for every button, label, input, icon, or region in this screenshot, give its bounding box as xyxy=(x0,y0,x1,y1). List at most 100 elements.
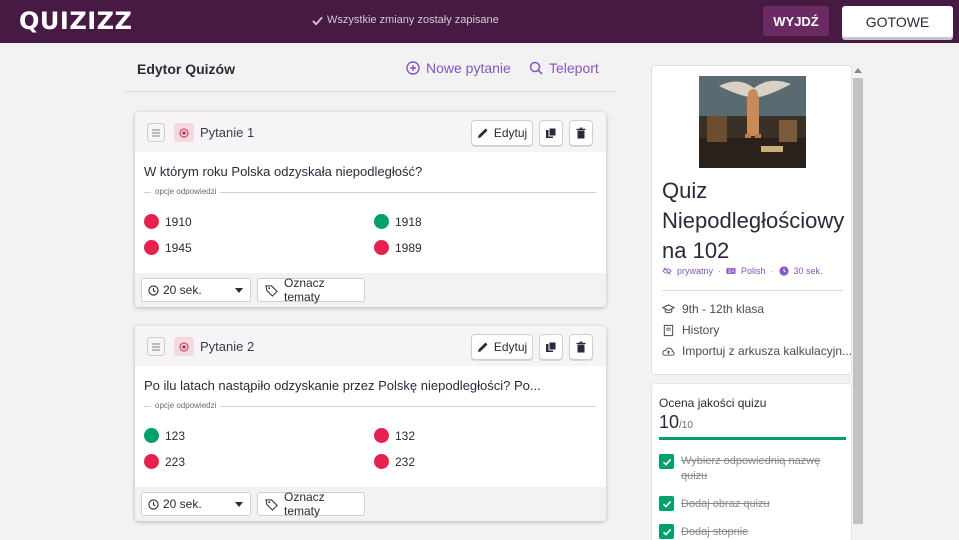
edit-button[interactable]: Edytuj xyxy=(471,334,533,360)
tag-topics-button[interactable]: Oznacz tematy xyxy=(257,276,365,304)
checkbox-checked-icon xyxy=(659,496,674,511)
time-select[interactable]: 20 sek. xyxy=(141,492,251,516)
answer-option: 232 xyxy=(374,454,415,469)
subject-text: History xyxy=(682,323,720,337)
question-card-1: Pytanie 1 Edytuj W którym roku Polska od… xyxy=(135,112,606,307)
options-label: opcje odpowiedzi xyxy=(151,187,221,196)
tag-topics-button[interactable]: Oznacz tematy xyxy=(257,490,365,518)
answer-option: 223 xyxy=(144,454,185,469)
new-question-label: Nowe pytanie xyxy=(426,60,511,76)
answer-option: 132 xyxy=(374,428,415,443)
answer-option: 1989 xyxy=(374,240,422,255)
time-select[interactable]: 20 sek. xyxy=(141,278,251,302)
quality-check-item[interactable]: Wybierz odpowiednią nazwę quizu xyxy=(659,454,844,484)
top-bar: QUIZIZZ Wszystkie zmiany zostały zapisan… xyxy=(0,0,959,43)
edit-button[interactable]: Edytuj xyxy=(471,120,533,146)
teleport-label: Teleport xyxy=(549,60,599,76)
separator-dot: · xyxy=(770,266,774,276)
checkbox-checked-icon xyxy=(659,524,674,539)
save-status: Wszystkie zmiany zostały zapisane xyxy=(312,14,499,26)
quizizz-logo[interactable]: QUIZIZZ xyxy=(19,7,132,35)
answer-option: 1945 xyxy=(144,240,192,255)
quality-item-text: Dodaj obraz quizu xyxy=(681,497,770,510)
language-icon: あA xyxy=(726,268,736,274)
teleport-button[interactable]: Teleport xyxy=(529,60,599,76)
correct-dot xyxy=(374,214,389,229)
time-text[interactable]: 30 sek. xyxy=(794,266,823,276)
edit-label: Edytuj xyxy=(493,126,528,140)
quality-title: Ocena jakości quizu xyxy=(659,396,767,410)
save-status-text: Wszystkie zmiany zostały zapisane xyxy=(327,14,499,26)
checkbox-checked-icon xyxy=(659,454,674,469)
subject-row[interactable]: History xyxy=(662,323,719,337)
import-text: Importuj z arkusza kalkulacyjn... xyxy=(682,344,853,358)
tag-icon xyxy=(265,284,278,297)
question-card-2: Pytanie 2 Edytuj Po ilu latach nastąpiło… xyxy=(135,326,606,521)
multiple-choice-type xyxy=(174,123,194,142)
chevron-down-icon xyxy=(235,288,243,293)
chevron-down-icon xyxy=(235,502,243,507)
question-header: Pytanie 2 Edytuj xyxy=(135,326,606,366)
answer-text: 132 xyxy=(395,428,416,443)
answer-text: 1910 xyxy=(165,214,192,229)
pencil-icon xyxy=(477,342,488,352)
answer-option: 1918 xyxy=(374,214,422,229)
quiz-thumbnail[interactable] xyxy=(699,76,806,168)
trash-icon xyxy=(576,341,586,353)
answer-text: 223 xyxy=(165,454,186,469)
language-text[interactable]: Polish xyxy=(741,266,766,276)
question-text: Po ilu latach nastąpiło odzyskanie przez… xyxy=(144,378,541,393)
options-label: opcje odpowiedzi xyxy=(151,401,221,410)
cloud-upload-icon xyxy=(662,347,675,356)
quiz-name[interactable]: Quiz Niepodległościowy na 102 xyxy=(662,176,857,266)
question-header: Pytanie 1 Edytuj xyxy=(135,112,606,152)
separator-dot: · xyxy=(718,266,722,276)
score-max: /10 xyxy=(679,420,693,431)
menu-lines-icon xyxy=(152,128,160,137)
graduation-cap-icon xyxy=(662,303,675,313)
quality-score-panel: Ocena jakości quizu 10/10 Wybierz odpowi… xyxy=(651,383,852,540)
scroll-up-arrow-icon[interactable] xyxy=(854,68,862,73)
quality-check-item[interactable]: Dodaj stopnie xyxy=(659,524,748,539)
quality-check-item[interactable]: Dodaj obraz quizu xyxy=(659,496,770,511)
drag-handle[interactable] xyxy=(147,123,165,142)
score-value: 10 xyxy=(659,412,680,432)
pencil-icon xyxy=(477,128,488,138)
delete-button[interactable] xyxy=(569,120,593,146)
incorrect-dot xyxy=(374,428,389,443)
multiple-choice-type xyxy=(174,337,194,356)
tag-topics-label: Oznacz tematy xyxy=(284,490,325,518)
quality-item-text: Dodaj stopnie xyxy=(681,525,749,538)
grade-row[interactable]: 9th - 12th klasa xyxy=(662,302,764,316)
time-value: 20 sek. xyxy=(163,283,202,297)
quiz-meta: prywatny · あA Polish · 30 sek. xyxy=(662,266,823,276)
new-question-button[interactable]: Nowe pytanie xyxy=(406,60,511,76)
clock-icon xyxy=(148,284,159,296)
eye-off-icon xyxy=(662,267,672,275)
tag-topics-label: Oznacz tematy xyxy=(284,276,325,304)
grade-text: 9th - 12th klasa xyxy=(682,302,765,316)
delete-button[interactable] xyxy=(569,334,593,360)
check-icon xyxy=(312,16,323,26)
drag-handle[interactable] xyxy=(147,337,165,356)
scrollbar-thumb[interactable] xyxy=(853,78,863,524)
copy-icon xyxy=(546,127,557,138)
panel-divider xyxy=(662,290,843,291)
radio-target-icon xyxy=(179,127,189,138)
done-button[interactable]: GOTOWE xyxy=(842,6,953,37)
clock-icon xyxy=(148,498,159,510)
import-row[interactable]: Importuj z arkusza kalkulacyjn... xyxy=(662,344,852,358)
question-footer: 20 sek. Oznacz tematy xyxy=(135,487,606,521)
quality-item-text: Wybierz odpowiednią nazwę quizu xyxy=(681,455,821,482)
duplicate-button[interactable] xyxy=(539,334,563,360)
exit-button[interactable]: WYJDŹ xyxy=(763,6,829,36)
header-divider xyxy=(124,91,616,92)
visibility-text[interactable]: prywatny xyxy=(677,266,713,276)
book-icon xyxy=(663,324,674,336)
quality-score: 10/10 xyxy=(659,412,693,433)
edit-label: Edytuj xyxy=(493,340,528,354)
incorrect-dot xyxy=(374,454,389,469)
correct-dot xyxy=(144,428,159,443)
duplicate-button[interactable] xyxy=(539,120,563,146)
quiz-info-panel: Quiz Niepodległościowy na 102 prywatny ·… xyxy=(651,65,852,375)
